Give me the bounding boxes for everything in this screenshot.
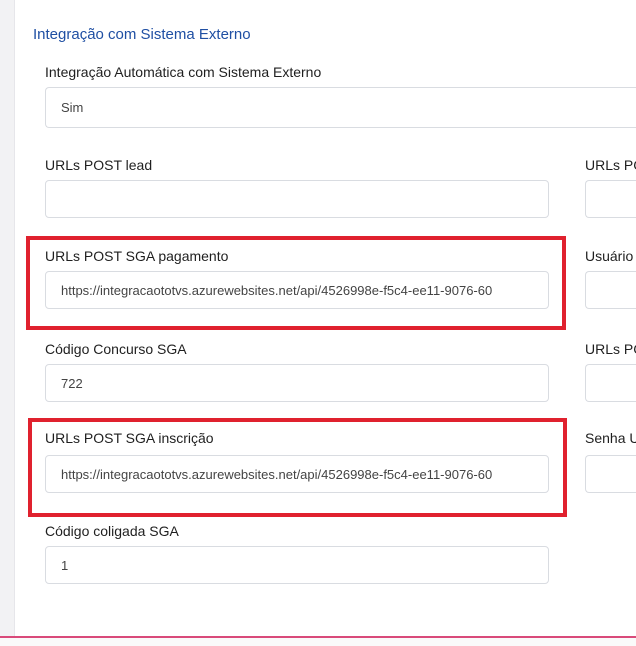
right-input-1[interactable]	[585, 180, 636, 218]
post-sga-inscricao-value: https://integracaototvs.azurewebsites.ne…	[61, 466, 493, 482]
auto-integration-select[interactable]: Sim	[45, 87, 636, 128]
right-label-1: URLs PC	[585, 157, 636, 173]
post-sga-pagamento-label: URLs POST SGA pagamento	[45, 248, 229, 264]
right-input-3[interactable]	[585, 364, 636, 402]
post-sga-pagamento-value: https://integracaototvs.azurewebsites.ne…	[61, 282, 493, 298]
right-label-3: URLs PC	[585, 341, 636, 357]
right-input-2[interactable]	[585, 271, 636, 309]
post-lead-label: URLs POST lead	[45, 157, 153, 173]
post-sga-pagamento-input[interactable]: https://integracaototvs.azurewebsites.ne…	[45, 271, 549, 309]
section-title: Integração com Sistema Externo	[33, 26, 251, 43]
codigo-coligada-input[interactable]: 1	[45, 546, 549, 584]
right-label-4: Senha U	[585, 430, 636, 446]
codigo-concurso-input[interactable]: 722	[45, 364, 549, 402]
codigo-coligada-label: Código coligada SGA	[45, 523, 179, 539]
right-input-4[interactable]	[585, 455, 636, 493]
bottom-strip	[0, 636, 636, 646]
codigo-concurso-label: Código Concurso SGA	[45, 341, 187, 357]
right-label-2: Usuário	[585, 248, 634, 264]
post-sga-inscricao-label: URLs POST SGA inscrição	[45, 430, 214, 446]
post-sga-inscricao-input[interactable]: https://integracaototvs.azurewebsites.ne…	[45, 455, 549, 493]
codigo-concurso-value: 722	[61, 375, 83, 391]
auto-integration-label: Integração Automática com Sistema Extern…	[45, 64, 322, 80]
auto-integration-value: Sim	[61, 100, 84, 115]
post-lead-input[interactable]	[45, 180, 549, 218]
codigo-coligada-value: 1	[61, 557, 69, 573]
